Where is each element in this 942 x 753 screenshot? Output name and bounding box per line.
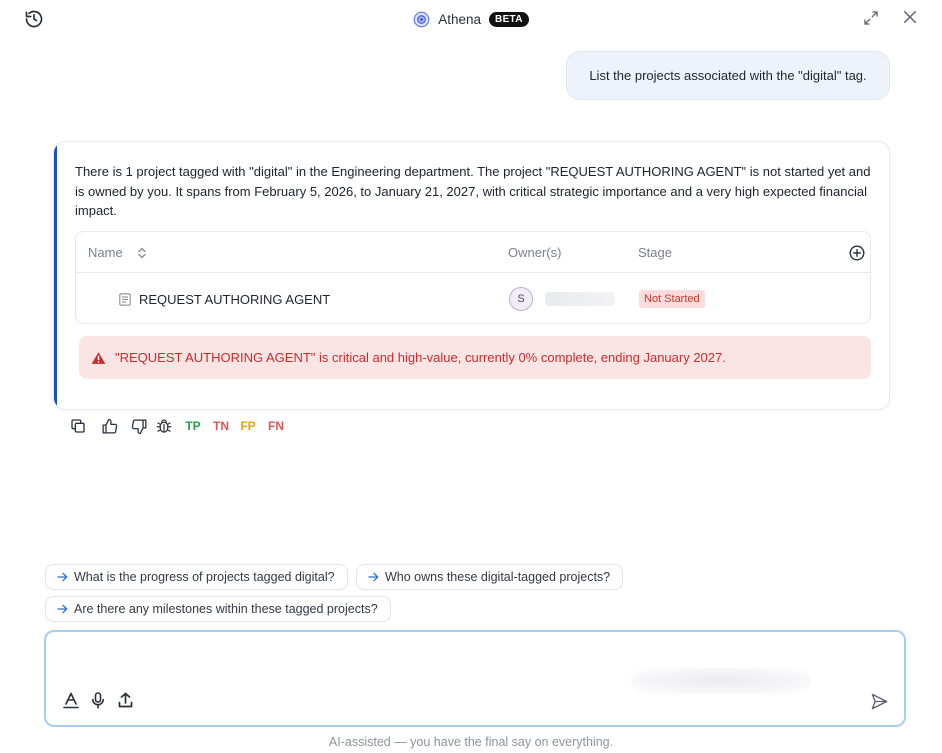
column-owner-header: Owner(s): [508, 245, 562, 260]
report-bug-button[interactable]: [154, 416, 174, 436]
app-title: Athena: [438, 11, 482, 27]
thumbs-down-button[interactable]: [129, 416, 149, 436]
tag-fp: FP: [240, 419, 256, 433]
expand-icon: [864, 11, 878, 25]
suggestion-text: Are there any milestones within these ta…: [74, 602, 378, 616]
stage-cell: Not Started: [639, 274, 705, 324]
redacted-region: [631, 668, 811, 694]
copy-button[interactable]: [68, 416, 88, 436]
add-circle-icon: [849, 244, 865, 261]
arrow-right-icon: [57, 604, 68, 614]
stage-badge: Not Started: [639, 290, 705, 308]
sort-icon[interactable]: [137, 247, 147, 259]
document-icon: [119, 292, 131, 306]
owner-name-redacted: [545, 292, 615, 306]
upload-button[interactable]: [115, 690, 135, 710]
tag-fn-button[interactable]: FN: [266, 416, 286, 436]
tag-tp-button[interactable]: TP: [183, 416, 203, 436]
microphone-icon: [92, 691, 104, 709]
bug-icon: [156, 419, 172, 433]
text-format-icon: [63, 692, 79, 708]
close-icon: [904, 11, 916, 23]
column-stage-header: Stage: [638, 245, 672, 260]
suggestion-text: What is the progress of projects tagged …: [74, 570, 335, 584]
risk-alert: "REQUEST AUTHORING AGENT" is critical an…: [79, 336, 871, 379]
expand-button[interactable]: [861, 8, 881, 28]
user-message-bubble: List the projects associated with the "d…: [566, 51, 890, 100]
owner-avatar: S: [509, 287, 533, 311]
alert-text: "REQUEST AUTHORING AGENT" is critical an…: [115, 350, 726, 365]
close-button[interactable]: [900, 7, 920, 27]
thumbs-down-icon: [131, 418, 147, 434]
suggestion-chip[interactable]: Are there any milestones within these ta…: [45, 596, 391, 622]
microphone-button[interactable]: [88, 690, 108, 710]
suggestion-chip[interactable]: Who owns these digital-tagged projects?: [356, 564, 624, 590]
tag-tn: TN: [213, 419, 229, 433]
thumbs-up-icon: [101, 418, 117, 434]
send-button[interactable]: [868, 690, 890, 712]
arrow-right-icon: [368, 572, 379, 582]
assistant-response-card: There is 1 project tagged with "digital"…: [53, 141, 890, 410]
upload-icon: [118, 692, 132, 708]
thumbs-up-button[interactable]: [99, 416, 119, 436]
user-message-text: List the projects associated with the "d…: [589, 68, 867, 83]
projects-table: Name Owner(s) Stage REQUEST AUTHORING AG…: [75, 231, 871, 324]
response-text: There is 1 project tagged with "digital"…: [75, 164, 871, 218]
table-row[interactable]: REQUEST AUTHORING AGENT S Not Started: [76, 274, 870, 324]
suggestion-chip[interactable]: What is the progress of projects tagged …: [45, 564, 348, 590]
suggestion-text: Who owns these digital-tagged projects?: [385, 570, 611, 584]
project-name: REQUEST AUTHORING AGENT: [139, 291, 331, 307]
add-column-button[interactable]: [848, 232, 866, 273]
copy-icon: [71, 419, 85, 433]
tag-tn-button[interactable]: TN: [211, 416, 231, 436]
chat-input[interactable]: [44, 630, 906, 727]
arrow-right-icon: [57, 572, 68, 582]
send-icon: [871, 693, 887, 709]
disclaimer-text: AI-assisted — you have the final say on …: [328, 735, 614, 749]
owner-cell: S: [509, 274, 615, 324]
project-name-cell[interactable]: REQUEST AUTHORING AGENT: [119, 274, 330, 324]
app-header: Athena BETA: [0, 9, 942, 29]
warning-icon: [91, 351, 106, 364]
athena-logo-icon: [413, 11, 430, 27]
beta-badge: BETA: [489, 11, 529, 27]
table-header: Name Owner(s) Stage: [76, 232, 870, 273]
tag-tp: TP: [185, 419, 201, 433]
text-format-button[interactable]: [61, 690, 81, 710]
tag-fp-button[interactable]: FP: [238, 416, 258, 436]
tag-fn: FN: [268, 419, 284, 433]
column-name-header[interactable]: Name: [88, 232, 147, 273]
card-accent-bar: [54, 142, 57, 409]
